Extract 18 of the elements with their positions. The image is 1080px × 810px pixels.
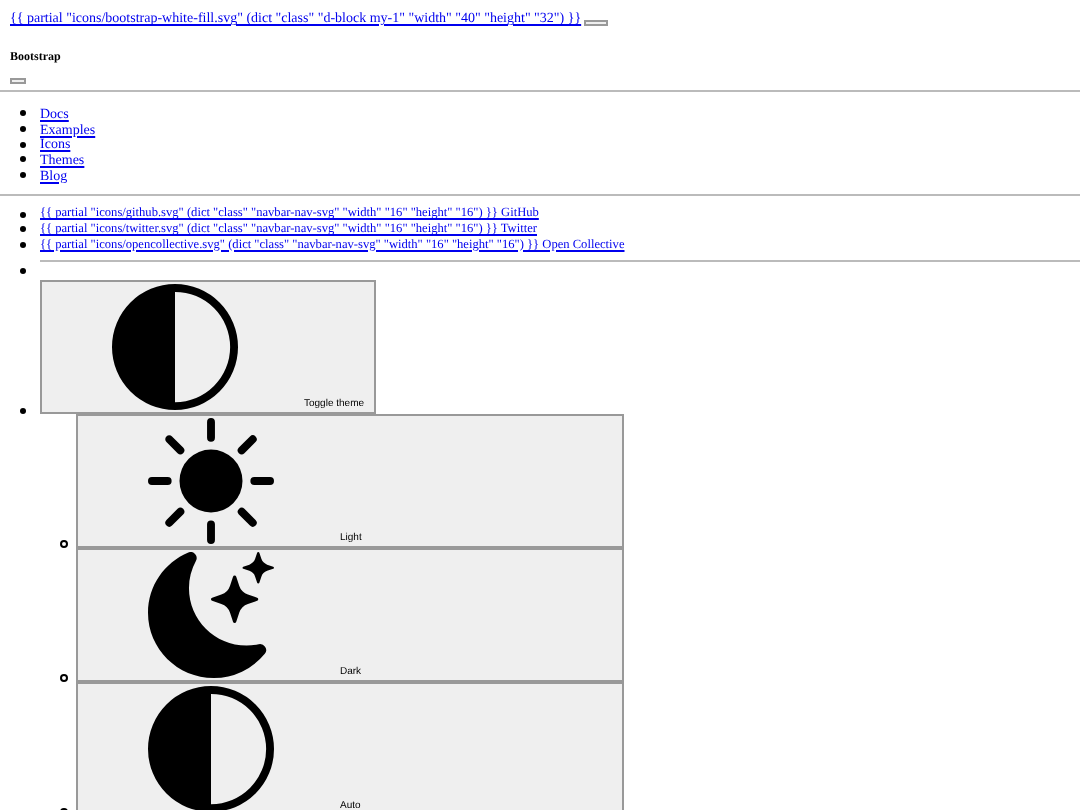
moon-stars-icon <box>148 551 274 677</box>
bullet-icon <box>20 226 26 233</box>
bullet-icon <box>20 267 26 273</box>
bullet-icon <box>20 407 26 413</box>
bullet-icon <box>20 126 26 133</box>
bullet-icon <box>20 211 26 218</box>
bullet-icon <box>20 141 26 148</box>
bullet-icon <box>20 110 26 117</box>
bullet-icon <box>20 156 26 163</box>
bullet-icon <box>60 539 68 547</box>
menu-button[interactable] <box>10 78 26 84</box>
bullet-icon <box>60 673 68 681</box>
sun-icon <box>148 417 274 543</box>
bullet-icon <box>20 172 26 179</box>
bullet-icon <box>20 242 26 249</box>
small-button[interactable] <box>583 19 608 25</box>
circle-half-icon <box>148 685 274 810</box>
circle-half-icon <box>112 283 238 409</box>
